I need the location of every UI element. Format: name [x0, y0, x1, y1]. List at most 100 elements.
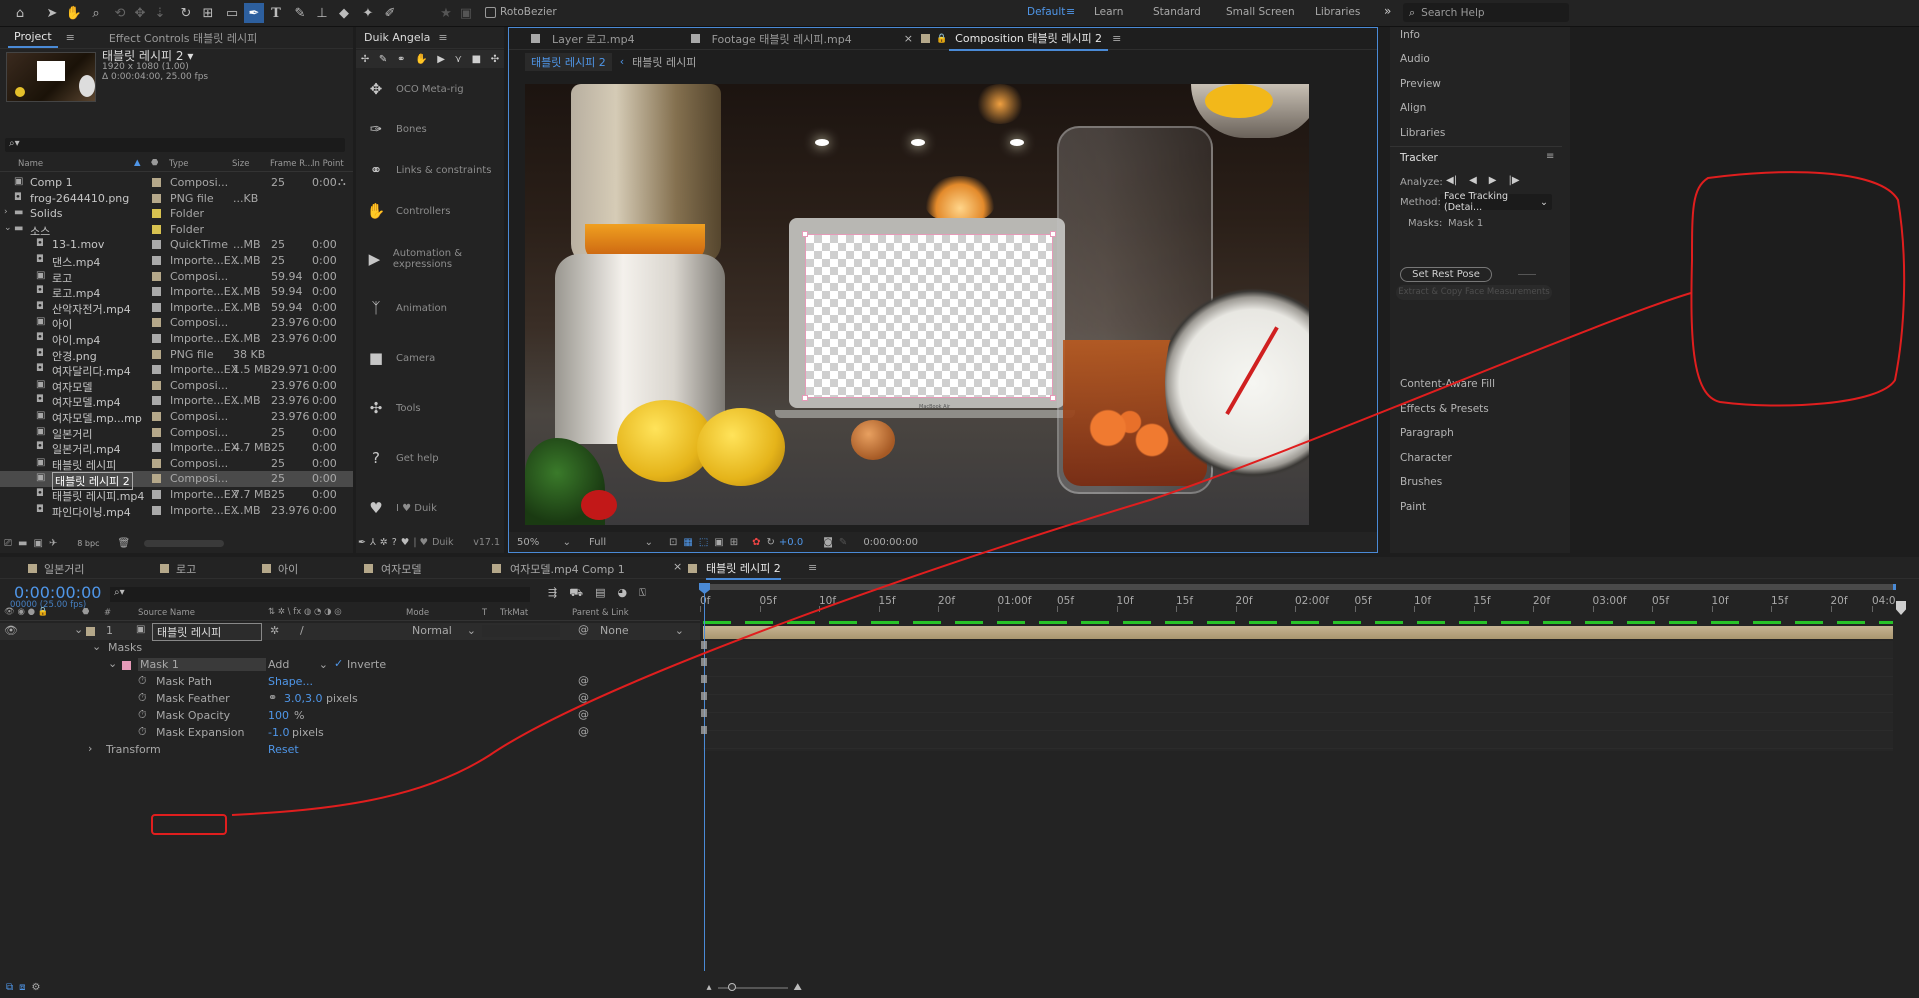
- panel-libraries[interactable]: Libraries: [1400, 127, 1445, 139]
- label-color-swatch[interactable]: [152, 240, 161, 250]
- panel-menu-icon[interactable]: ≡: [808, 561, 817, 574]
- project-list-item[interactable]: ◘ 로고.mp4 Importe...EX ...MB 59.94 0:00: [0, 284, 353, 300]
- col-frame-rate[interactable]: Frame R...: [270, 159, 313, 169]
- show-snapshot-icon[interactable]: ✎: [839, 537, 847, 548]
- time-ruler[interactable]: 0f 05f 10f 15f 20f 01:00f 05f 10f 15f 20f 02:00f 05…: [700, 581, 1896, 617]
- panel-audio[interactable]: Audio: [1400, 53, 1430, 65]
- label-color-swatch[interactable]: [152, 287, 161, 297]
- project-list-item[interactable]: ◘ 아이.mp4 Importe...EX ...MB 23.976 0:00: [0, 331, 353, 347]
- label-color-swatch[interactable]: [152, 427, 161, 437]
- expand-arrow-icon[interactable]: ›: [88, 742, 92, 755]
- duik-link-icon[interactable]: ⚭: [397, 54, 405, 65]
- search-help-field[interactable]: ⌕ Search Help: [1403, 3, 1569, 22]
- motion-blur-icon[interactable]: ◕: [617, 586, 627, 601]
- label-color-swatch[interactable]: [152, 224, 161, 234]
- timeline-tab-logo[interactable]: 로고: [176, 561, 196, 577]
- expression-pickwhip-icon[interactable]: @: [578, 708, 589, 721]
- timeline-tab-woman-model-comp[interactable]: 여자모델.mp4 Comp 1: [510, 561, 625, 577]
- panel-align[interactable]: Align: [1400, 102, 1426, 114]
- panel-menu-icon[interactable]: ≡: [1112, 32, 1121, 45]
- draft-3d-icon[interactable]: ⛟: [569, 586, 583, 601]
- layer-label-swatch[interactable]: [86, 627, 95, 636]
- expression-pickwhip-icon[interactable]: @: [578, 691, 589, 704]
- label-color-swatch[interactable]: [152, 334, 161, 343]
- label-color-swatch[interactable]: [152, 380, 161, 390]
- comp-flowchart-icon[interactable]: ⇶: [548, 586, 557, 601]
- workspace-libraries[interactable]: Libraries: [1315, 6, 1360, 18]
- expression-pickwhip-icon[interactable]: @: [578, 725, 589, 738]
- col-mode[interactable]: Mode: [406, 608, 429, 618]
- region-of-interest-icon[interactable]: ⊡: [669, 537, 677, 548]
- label-color-swatch[interactable]: [152, 256, 161, 265]
- duik-tools-icon[interactable]: ✣: [491, 54, 499, 65]
- layer-switches-toggle-icon[interactable]: ⧉: [6, 982, 13, 993]
- rotate-tool-icon[interactable]: ↻: [176, 3, 196, 23]
- collapse-switch-icon[interactable]: ✲: [270, 624, 279, 637]
- dolly-tool-icon[interactable]: ⇣: [150, 3, 170, 23]
- lock-icon[interactable]: 🔒: [936, 34, 947, 44]
- project-list-item[interactable]: ⌄ ▬ 소스 Folder: [0, 222, 353, 238]
- project-list-item[interactable]: ▣ Comp 1 Composi... 25 0:00 ⛬: [0, 175, 353, 191]
- panel-menu-icon[interactable]: ≡: [438, 31, 447, 44]
- transparency-grid-icon[interactable]: ▦: [683, 537, 692, 548]
- flowchart-icon[interactable]: ⛬: [338, 175, 346, 189]
- property-value[interactable]: Shape...: [268, 675, 313, 688]
- stopwatch-icon[interactable]: ⏱: [138, 725, 147, 739]
- tab-composition[interactable]: Composition 태블릿 레시피 2: [949, 28, 1109, 51]
- trash-icon[interactable]: 🗑: [117, 538, 130, 549]
- layer-duration-bar[interactable]: [703, 626, 1893, 639]
- project-list-item[interactable]: › ▬ Solids Folder: [0, 206, 353, 222]
- more-workspaces-icon[interactable]: »: [1384, 4, 1391, 18]
- duik-animation[interactable]: ᛉ Animation: [366, 298, 447, 318]
- duik-camera[interactable]: ■ Camera: [366, 348, 435, 368]
- pan-tool-icon[interactable]: ✥: [130, 3, 150, 23]
- guides-icon[interactable]: ▣: [714, 537, 723, 548]
- label-color-swatch[interactable]: [152, 458, 161, 468]
- duik-play-icon[interactable]: ▶: [437, 54, 445, 65]
- panel-character[interactable]: Character: [1400, 452, 1452, 464]
- grid-icon[interactable]: ⊞: [730, 537, 738, 548]
- zoom-out-icon[interactable]: ▴: [706, 982, 711, 993]
- property-value[interactable]: 100: [268, 709, 289, 722]
- duik-bones[interactable]: ✑ Bones: [366, 119, 427, 139]
- project-list-item[interactable]: ◘ 안경.png PNG file 38 KB: [0, 347, 353, 363]
- duik-footer-heart-icon[interactable]: ♥: [401, 537, 410, 548]
- close-icon[interactable]: ×: [673, 560, 682, 573]
- duik-footer-wrench-icon[interactable]: ✒: [358, 537, 366, 548]
- transform-row[interactable]: › Transform Reset: [0, 742, 700, 759]
- project-list-item[interactable]: ◘ 13-1.mov QuickTime ...MB 25 0:00: [0, 237, 353, 253]
- project-list-item[interactable]: ▣ 아이 Composi... 23.976 0:00: [0, 315, 353, 331]
- mask-property-row[interactable]: ⏱ Mask Opacity 100% @: [0, 708, 700, 725]
- hand-tool-icon[interactable]: ✋: [64, 3, 84, 23]
- resolution-select[interactable]: Full ⌄: [589, 537, 653, 548]
- frame-blending-icon[interactable]: ▤: [595, 586, 605, 601]
- duik-footer-settings-icon[interactable]: ✲: [380, 537, 388, 548]
- col-size[interactable]: Size: [232, 159, 249, 169]
- folder-expand-icon[interactable]: ⌄: [4, 223, 12, 233]
- workspace-standard[interactable]: Standard: [1153, 6, 1201, 18]
- analyze-backward-icon[interactable]: ◀: [1469, 175, 1477, 186]
- label-color-swatch[interactable]: [152, 505, 161, 515]
- zoom-tool-icon[interactable]: ⌕: [86, 3, 106, 23]
- panel-menu-icon[interactable]: ≡: [66, 31, 75, 44]
- project-list-item[interactable]: ▣ 태블릿 레시피 Composi... 25 0:00: [0, 456, 353, 472]
- panel-content-aware-fill[interactable]: Content-Aware Fill: [1400, 378, 1495, 390]
- duik-camera-icon[interactable]: ■: [472, 54, 481, 65]
- work-area-bar[interactable]: [700, 584, 1896, 590]
- roto-brush-tool-icon[interactable]: ✦: [358, 3, 378, 23]
- visibility-eye-icon[interactable]: 👁: [4, 624, 18, 637]
- expand-arrow-icon[interactable]: ⌄: [92, 640, 101, 653]
- exposure-value[interactable]: +0.0: [779, 537, 803, 548]
- panel-paint[interactable]: Paint: [1400, 501, 1426, 513]
- stopwatch-icon[interactable]: ⏱: [138, 691, 147, 705]
- label-color-swatch[interactable]: [152, 365, 161, 375]
- mask-color-swatch[interactable]: [122, 661, 131, 670]
- col-name[interactable]: Name: [18, 159, 43, 169]
- duik-tools[interactable]: ✣ Tools: [366, 398, 421, 418]
- eraser-tool-icon[interactable]: ◆: [334, 3, 354, 23]
- mask-1-row[interactable]: ⌄ Mask 1 Add ⌄ ✓ Inverte: [0, 657, 700, 674]
- quality-switch-icon[interactable]: /: [300, 624, 304, 637]
- project-list-item[interactable]: ◘ 댄스.mp4 Importe...EX ...MB 25 0:00: [0, 253, 353, 269]
- rectangle-tool-icon[interactable]: ▭: [222, 3, 242, 23]
- layer-row[interactable]: 👁 ⌄ 1 ▣ 태블릿 레시피 ✲ / Normal ⌄ @ None ⌄: [0, 623, 700, 641]
